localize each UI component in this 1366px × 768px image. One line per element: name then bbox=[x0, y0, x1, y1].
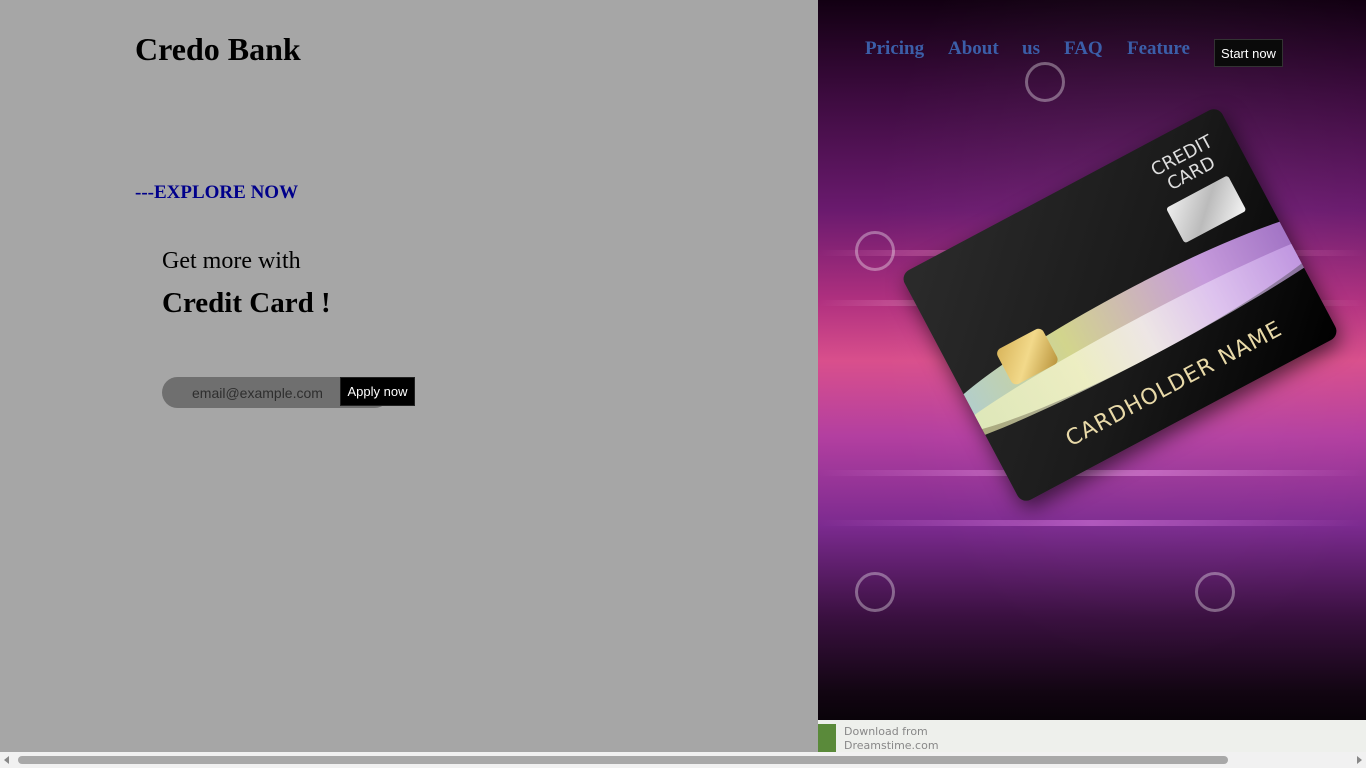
hero-subheading: Get more with bbox=[162, 248, 301, 274]
nav-link-us[interactable]: us bbox=[1022, 36, 1040, 62]
download-from-text: Download from bbox=[844, 725, 928, 738]
watermark-spiral-icon bbox=[855, 572, 895, 612]
nav-link-pricing[interactable]: Pricing bbox=[865, 36, 924, 62]
start-now-button[interactable]: Start now bbox=[1214, 39, 1283, 67]
scrollbar-thumb[interactable] bbox=[18, 756, 1228, 764]
scroll-left-arrow-icon[interactable] bbox=[4, 756, 9, 764]
horizontal-scrollbar[interactable] bbox=[0, 752, 1366, 768]
apply-now-button[interactable]: Apply now bbox=[340, 377, 415, 406]
stock-logo-icon bbox=[818, 724, 836, 752]
hero-heading: Credit Card ! bbox=[162, 287, 331, 319]
watermark-spiral-icon bbox=[1025, 62, 1065, 102]
watermark-spiral-icon bbox=[1195, 572, 1235, 612]
brand-logo: Credo Bank bbox=[135, 31, 301, 67]
light-streak bbox=[818, 520, 1366, 526]
nav-link-faq[interactable]: FAQ bbox=[1064, 36, 1103, 62]
nav-link-about[interactable]: About bbox=[948, 36, 999, 62]
watermark-spiral-icon bbox=[855, 231, 895, 271]
nav-link-feature[interactable]: Feature bbox=[1127, 36, 1190, 62]
stock-download-strip: Download from Dreamstime.com bbox=[818, 720, 1366, 754]
scroll-right-arrow-icon[interactable] bbox=[1357, 756, 1362, 764]
download-site-text: Dreamstime.com bbox=[844, 739, 939, 752]
explore-now-link[interactable]: ---EXPLORE NOW bbox=[135, 181, 298, 205]
light-streak bbox=[818, 470, 1366, 476]
